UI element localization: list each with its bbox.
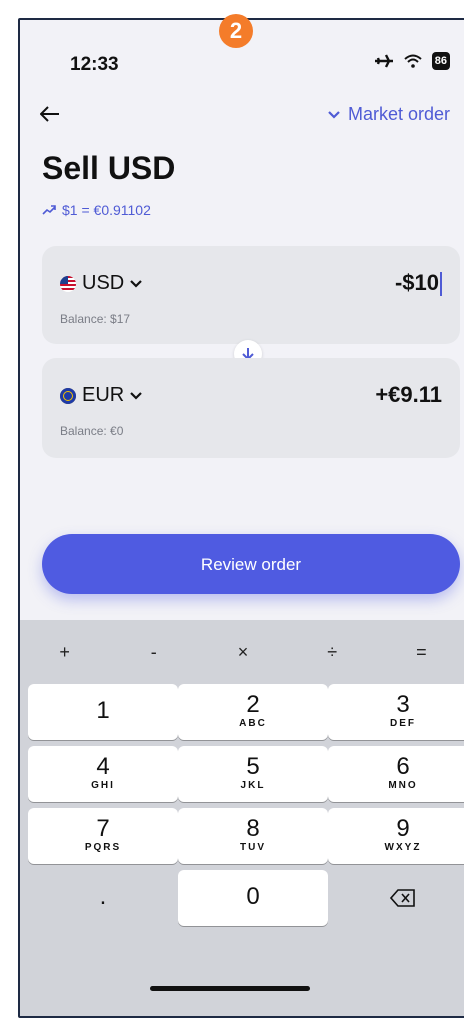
status-icons: 86	[374, 52, 450, 70]
minus-key[interactable]: -	[124, 642, 184, 663]
airplane-icon	[374, 54, 393, 68]
key-5[interactable]: 5 JKL	[178, 746, 328, 802]
key-1[interactable]: 1	[28, 684, 178, 740]
chevron-down-icon	[130, 279, 143, 288]
key-8[interactable]: 8 TUV	[178, 808, 328, 864]
order-type-label: Market order	[347, 104, 450, 124]
buy-currency-code: EUR	[82, 384, 125, 406]
sell-currency-code: USD	[82, 272, 125, 294]
key-7[interactable]: 7 PQRS	[28, 808, 178, 864]
exchange-rate-text: $1 = €0.91102	[62, 202, 151, 218]
sell-currency-selector[interactable]: USD	[60, 272, 143, 295]
exchange-rate: $1 = €0.91102	[42, 202, 151, 218]
page-title: Sell USD	[42, 150, 176, 186]
sell-balance: Balance: $17	[60, 312, 131, 326]
delete-key[interactable]	[328, 870, 464, 926]
home-indicator	[150, 986, 310, 991]
sell-currency-card[interactable]: USD Balance: $17 -$10	[42, 246, 460, 344]
us-flag-icon	[60, 275, 76, 292]
step-badge: 2	[219, 14, 253, 48]
key-0[interactable]: 0	[178, 870, 328, 926]
buy-amount: +€9.11	[375, 382, 442, 407]
battery-indicator: 86	[431, 52, 450, 70]
key-4[interactable]: 4 GHI	[28, 746, 178, 802]
multiply-key[interactable]: ×	[213, 642, 273, 663]
divide-key[interactable]: ÷	[302, 642, 362, 663]
text-cursor	[440, 272, 442, 297]
top-bar: Market order	[20, 102, 464, 132]
chevron-down-icon	[328, 110, 340, 119]
key-3[interactable]: 3 DEF	[328, 684, 464, 740]
key-6[interactable]: 6 MNO	[328, 746, 464, 802]
review-order-button[interactable]: Review order	[42, 534, 460, 594]
buy-currency-card[interactable]: EUR Balance: €0 +€9.11	[42, 358, 460, 458]
key-9[interactable]: 9 WXYZ	[328, 808, 464, 864]
buy-currency-selector[interactable]: EUR	[60, 384, 143, 407]
backspace-icon	[389, 889, 415, 907]
equals-key[interactable]: =	[391, 642, 451, 663]
back-button[interactable]	[39, 102, 60, 130]
trend-up-icon	[42, 205, 56, 215]
operator-row: + - × ÷ =	[20, 642, 464, 663]
arrow-left-icon	[39, 106, 59, 122]
numeric-keyboard: + - × ÷ = 1 2 ABC 3 DEF 4 GHI 5 JKL 6 MNO 7 PQ…	[20, 620, 464, 1016]
buy-balance: Balance: €0	[60, 424, 124, 438]
phone-screen: 12:33 86 Market order Sell USD $1 = €0.9…	[18, 18, 464, 1018]
eu-flag-icon	[60, 387, 76, 404]
key-decimal[interactable]: .	[28, 870, 178, 926]
plus-key[interactable]: +	[35, 642, 95, 663]
order-type-selector[interactable]: Market order	[328, 104, 450, 125]
wifi-icon	[404, 54, 422, 68]
chevron-down-icon	[130, 391, 143, 400]
sell-amount-value: -$10	[394, 270, 439, 295]
status-time: 12:33	[70, 54, 119, 75]
sell-amount-input[interactable]: -$10	[394, 270, 442, 297]
key-2[interactable]: 2 ABC	[178, 684, 328, 740]
